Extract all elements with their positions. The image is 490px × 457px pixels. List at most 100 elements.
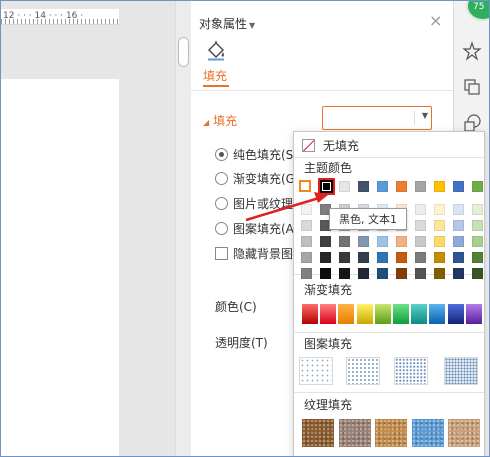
radio-solid-fill[interactable] (215, 147, 228, 161)
theme-shade-swatch[interactable] (301, 268, 312, 279)
pane-title[interactable]: 对象属性 ▼ (199, 15, 255, 32)
theme-shade-swatch[interactable] (415, 220, 426, 231)
theme-shade-swatch[interactable] (320, 268, 331, 279)
theme-shade-swatch[interactable] (377, 236, 388, 247)
theme-swatch[interactable] (415, 181, 426, 192)
option-label: 隐藏背景图 (233, 246, 294, 261)
theme-shade-swatch[interactable] (358, 236, 369, 247)
pattern-swatch[interactable] (394, 357, 428, 385)
theme-swatch-white[interactable] (299, 180, 311, 192)
gradient-swatch[interactable] (356, 304, 373, 324)
theme-shade-swatch[interactable] (320, 252, 331, 263)
theme-shade-swatch[interactable] (472, 236, 483, 247)
chevron-down-icon: ▼ (249, 21, 256, 30)
divider (294, 392, 484, 393)
no-fill-icon (302, 138, 315, 152)
theme-shade-swatch[interactable] (358, 252, 369, 263)
radio-picture-texture[interactable] (215, 196, 228, 210)
theme-shade-swatch[interactable] (472, 204, 483, 215)
theme-swatch[interactable] (377, 181, 388, 192)
texture-swatch[interactable] (302, 419, 334, 447)
radio-pattern-fill[interactable] (215, 221, 228, 235)
theme-shade-swatch[interactable] (396, 236, 407, 247)
theme-shade-swatch[interactable] (415, 204, 426, 215)
gradient-swatch[interactable] (338, 304, 355, 324)
no-fill-option[interactable]: 无填充 (302, 137, 359, 153)
theme-shade-swatch[interactable] (415, 252, 426, 263)
selected-swatch-inner (322, 182, 331, 191)
pattern-swatch[interactable] (346, 357, 380, 385)
close-icon[interactable]: × (429, 13, 442, 29)
theme-shade-swatch[interactable] (415, 268, 426, 279)
option-solid-fill[interactable]: 纯色填充(S) (215, 145, 298, 163)
checkbox-hide-background[interactable] (215, 246, 228, 260)
theme-shade-swatch[interactable] (434, 220, 445, 231)
option-pattern-fill[interactable]: 图案填充(A) (215, 219, 299, 237)
gradient-swatch[interactable] (393, 304, 409, 324)
theme-shade-swatch[interactable] (453, 236, 464, 247)
gradient-swatch[interactable] (465, 304, 482, 324)
theme-shade-swatch[interactable] (434, 268, 445, 279)
theme-shade-swatch[interactable] (453, 220, 464, 231)
theme-swatch[interactable] (358, 181, 369, 192)
theme-shade-swatch[interactable] (339, 252, 350, 263)
gradient-swatch[interactable] (374, 304, 391, 324)
theme-shade-swatch[interactable] (301, 236, 312, 247)
notification-badge[interactable]: 75 (466, 1, 489, 21)
pattern-fill-title: 图案填充 (304, 337, 353, 351)
gradient-swatch[interactable] (447, 304, 464, 324)
fill-section-header[interactable]: ◢ 填充 (203, 112, 237, 129)
theme-shade-swatch[interactable] (377, 268, 388, 279)
shapes-icon[interactable] (462, 113, 482, 133)
theme-shade-swatch[interactable] (472, 268, 483, 279)
theme-shade-swatch[interactable] (301, 220, 312, 231)
theme-shade-swatch[interactable] (396, 268, 407, 279)
option-hide-background[interactable]: 隐藏背景图 (215, 244, 293, 262)
fill-color-dropdown[interactable]: ▼ (322, 106, 432, 130)
scrollbar-thumb[interactable] (178, 37, 189, 67)
theme-swatch[interactable] (396, 181, 407, 192)
theme-shade-swatch[interactable] (320, 236, 331, 247)
document-scrollbar[interactable] (175, 1, 191, 456)
theme-swatch[interactable] (472, 181, 483, 192)
theme-shade-swatch[interactable] (472, 220, 483, 231)
theme-shade-swatch[interactable] (377, 252, 388, 263)
gradient-swatch[interactable] (302, 304, 318, 324)
theme-shade-swatch[interactable] (358, 268, 369, 279)
gradient-swatch[interactable] (411, 304, 428, 324)
texture-swatch[interactable] (338, 419, 371, 447)
option-picture-texture[interactable]: 图片或纹理 (215, 194, 293, 212)
texture-swatch[interactable] (411, 419, 444, 447)
gradient-swatch[interactable] (320, 304, 337, 324)
theme-shade-swatch[interactable] (453, 268, 464, 279)
theme-shade-swatch[interactable] (396, 252, 407, 263)
theme-shade-swatch[interactable] (453, 204, 464, 215)
theme-shade-swatch[interactable] (339, 268, 350, 279)
pattern-swatch[interactable] (299, 357, 333, 385)
pattern-swatch[interactable] (444, 357, 478, 385)
theme-swatch[interactable] (453, 181, 464, 192)
theme-shade-swatch[interactable] (415, 236, 426, 247)
theme-shade-swatch[interactable] (434, 236, 445, 247)
theme-shade-swatch[interactable] (434, 252, 445, 263)
layout-icon[interactable] (462, 77, 482, 97)
theme-swatch[interactable] (434, 181, 445, 192)
document-page[interactable] (1, 79, 119, 456)
theme-swatch[interactable] (339, 181, 350, 192)
radio-gradient-fill[interactable] (215, 171, 228, 185)
theme-shade-swatch[interactable] (339, 236, 350, 247)
shape-effects-icon[interactable] (462, 41, 482, 61)
gradient-swatch[interactable] (429, 304, 446, 324)
tab-fill[interactable]: 填充 (203, 67, 227, 84)
fill-bucket-icon[interactable] (205, 41, 227, 61)
theme-shade-swatch[interactable] (434, 204, 445, 215)
texture-swatch[interactable] (448, 419, 480, 447)
theme-shade-swatch[interactable] (453, 252, 464, 263)
theme-shade-swatch[interactable] (472, 252, 483, 263)
option-gradient-fill[interactable]: 渐变填充(G) (215, 169, 300, 187)
texture-swatch[interactable] (375, 419, 407, 447)
theme-swatch-black-selected[interactable] (318, 178, 335, 195)
theme-shade-swatch[interactable] (301, 204, 312, 215)
theme-shade-swatch[interactable] (301, 252, 312, 263)
pane-title-text: 对象属性 (199, 17, 248, 31)
